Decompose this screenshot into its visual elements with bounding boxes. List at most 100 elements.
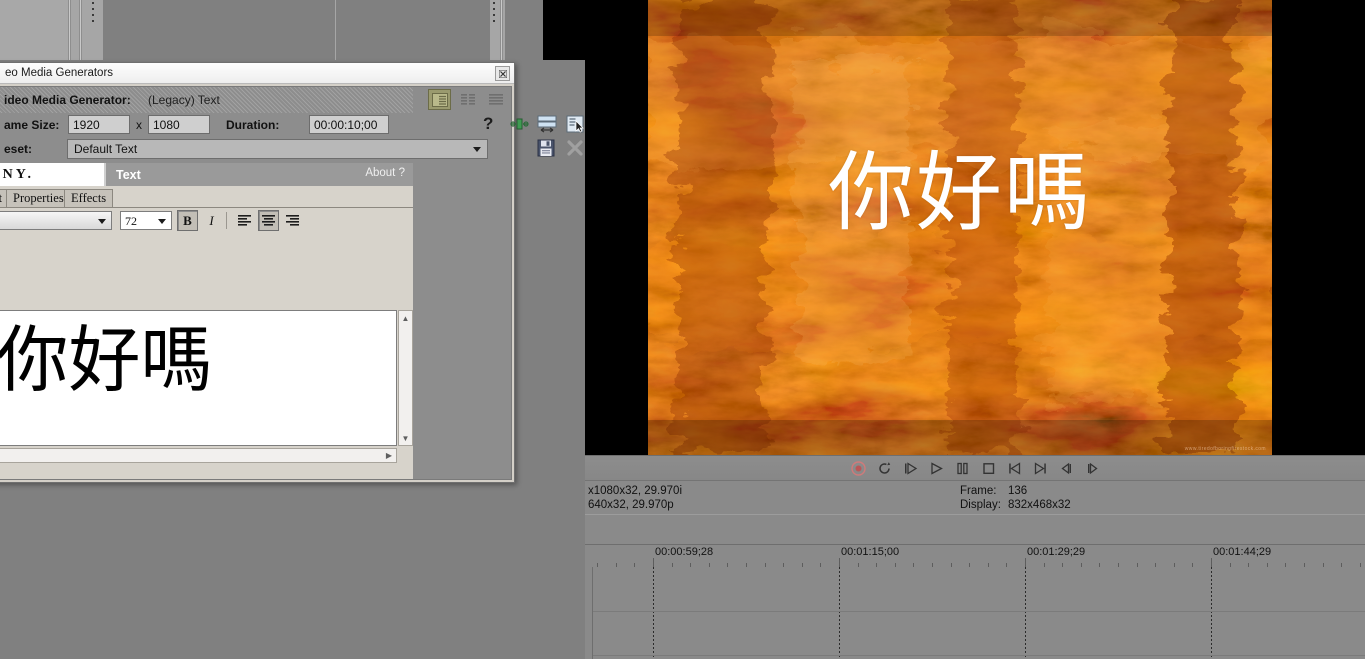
ruler-time-label: 00:01:44;29	[1213, 546, 1272, 558]
video-media-generators-dialog[interactable]: eo Media Generators ideo Media Generator…	[0, 62, 584, 483]
panel-divider-1[interactable]	[68, 0, 71, 60]
go-to-end-icon[interactable]	[1032, 460, 1049, 477]
tab-effects[interactable]: Effects	[64, 189, 114, 208]
close-icon[interactable]	[495, 66, 510, 81]
frame-value: 136	[1008, 485, 1028, 497]
video-preview-pane[interactable]: 你好嗎 www.tiredofboringfirestock.com	[585, 0, 1365, 455]
play-from-start-icon[interactable]	[902, 460, 919, 477]
loop-icon[interactable]	[876, 460, 893, 477]
timeline-toolbar-area	[585, 518, 1365, 545]
transport-controls[interactable]	[585, 455, 1365, 480]
panel-divider-2[interactable]	[79, 0, 82, 60]
save-preset-icon[interactable]	[537, 139, 555, 162]
video-frame: 你好嗎 www.tiredofboringfirestock.com	[648, 0, 1272, 455]
timeline-gridline	[839, 567, 840, 659]
about-link[interactable]: About ?	[365, 167, 405, 179]
status-divider	[585, 514, 1365, 515]
frame-size-x-separator: x	[136, 118, 142, 132]
align-left-button[interactable]	[234, 210, 255, 231]
text-edit-canvas[interactable]: 你好嗎	[0, 310, 397, 446]
step-forward-icon[interactable]	[1084, 460, 1101, 477]
timeline-tracks[interactable]	[585, 567, 1365, 659]
display-value: 832x468x32	[1008, 499, 1071, 511]
black-gutter	[543, 0, 585, 60]
timeline-left-edge	[585, 567, 593, 659]
ruler-tick-major	[839, 558, 840, 567]
properties-pointer-icon[interactable]	[566, 115, 584, 138]
workspace-panel-mid2	[336, 0, 490, 60]
plugin-tabs[interactable]: dit Placement Properties Effects	[0, 186, 413, 208]
panel-grip-right[interactable]	[492, 2, 497, 32]
tab-effects-label: Effects	[71, 191, 107, 205]
dialog-title-text: eo Media Generators	[5, 67, 114, 79]
track-separator-2	[585, 655, 1365, 656]
align-right-button[interactable]	[282, 210, 303, 231]
workspace-panel-right	[505, 0, 543, 60]
ruler-tick-major	[653, 558, 654, 567]
app-root: 你好嗎 www.tiredofboringfirestock.com x1080…	[0, 0, 1365, 659]
panel-divider-3[interactable]	[500, 0, 503, 60]
text-edit-content[interactable]: 你好嗎	[0, 322, 396, 399]
panel-grip-left[interactable]	[91, 2, 96, 32]
text-edit-vertical-scrollbar[interactable]: ▲ ▼	[398, 310, 413, 446]
stop-icon[interactable]	[980, 460, 997, 477]
frame-height-input[interactable]: 1080	[148, 115, 210, 134]
tab-placement-label: Placement	[0, 191, 3, 205]
timeline-panel[interactable]: 00:00:59;28 00:01:15;00 00:01:29;29 00:01:4…	[585, 518, 1365, 659]
ruler-tick-major	[1025, 558, 1026, 567]
scroll-up-icon[interactable]: ▲	[399, 311, 412, 325]
scroll-down-icon[interactable]: ▼	[399, 431, 412, 445]
dialog-body: ideo Media Generator: (Legacy) Text ame	[0, 86, 584, 480]
scroll-right-icon[interactable]: ▶	[382, 449, 396, 462]
tab-properties[interactable]: Properties	[6, 189, 71, 208]
play-icon[interactable]	[928, 460, 945, 477]
video-credit-text: www.tiredofboringfirestock.com	[1184, 446, 1266, 452]
font-size-dropdown[interactable]: 72	[120, 211, 172, 230]
timeline-gridline	[1211, 567, 1212, 659]
sony-logo: SONY.	[0, 163, 106, 186]
status-preview-format: 640x32, 29.970p	[588, 499, 674, 511]
record-icon[interactable]	[850, 460, 867, 477]
bold-button[interactable]: B	[177, 210, 198, 231]
duration-label: Duration:	[226, 118, 280, 132]
video-overlay-text: 你好嗎	[828, 145, 1092, 241]
timeline-ruler[interactable]: 00:00:59;28 00:01:15;00 00:01:29;29 00:01:4…	[585, 545, 1365, 567]
plugin-title: Text	[116, 167, 141, 182]
status-format-info: x1080x32, 29.970i 640x32, 29.970p	[588, 484, 682, 512]
font-family-chevron-down-icon	[98, 219, 106, 224]
preset-value: Default Text	[74, 142, 138, 156]
dialog-right-column	[413, 87, 511, 479]
dialog-title-bar[interactable]: eo Media Generators	[0, 63, 514, 84]
display-label: Display:	[960, 499, 1001, 511]
ruler-time-label: 00:00:59;28	[655, 546, 714, 558]
step-back-icon[interactable]	[1058, 460, 1075, 477]
track-separator-1	[585, 611, 1365, 612]
pause-icon[interactable]	[954, 460, 971, 477]
text-plugin-panel: SONY. Text About ? dit Placement Propert…	[0, 163, 413, 479]
workspace-panel-mid	[103, 0, 335, 60]
tab-properties-label: Properties	[13, 191, 64, 205]
status-frame-info: Frame: 136 Display: 832x468x32	[960, 484, 1071, 512]
italic-button[interactable]: I	[201, 210, 222, 231]
ruler-time-label: 00:01:15;00	[841, 546, 900, 558]
preview-status-bar: x1080x32, 29.970i 640x32, 29.970p Frame:…	[585, 480, 1365, 518]
toolbar-divider	[226, 212, 227, 229]
plugin-header-bar: SONY. Text About ?	[0, 163, 413, 186]
font-family-dropdown[interactable]: 華康流葉體(P)	[0, 211, 112, 230]
go-to-start-icon[interactable]	[1006, 460, 1023, 477]
timeline-gridline	[1025, 567, 1026, 659]
generator-label: ideo Media Generator:	[4, 93, 131, 107]
sony-logo-text: SONY.	[0, 166, 35, 182]
animate-keyframe-icon[interactable]	[510, 117, 529, 136]
ruler-time-label: 00:01:29;29	[1027, 546, 1086, 558]
about-help-icon[interactable]: ?	[399, 167, 405, 179]
text-edit-horizontal-scrollbar[interactable]: ◀ ▶	[0, 448, 397, 463]
delete-preset-icon[interactable]	[566, 139, 584, 162]
workspace-panel-left	[0, 0, 68, 60]
frame-width-input[interactable]: 1920	[68, 115, 130, 134]
text-format-toolbar: 華康流葉體(P) 72 B I	[0, 208, 413, 234]
duration-input[interactable]: 00:00:10;00	[309, 115, 389, 134]
split-screen-view-icon[interactable]	[537, 115, 557, 138]
align-center-button[interactable]	[258, 210, 279, 231]
about-label: About	[365, 167, 396, 179]
